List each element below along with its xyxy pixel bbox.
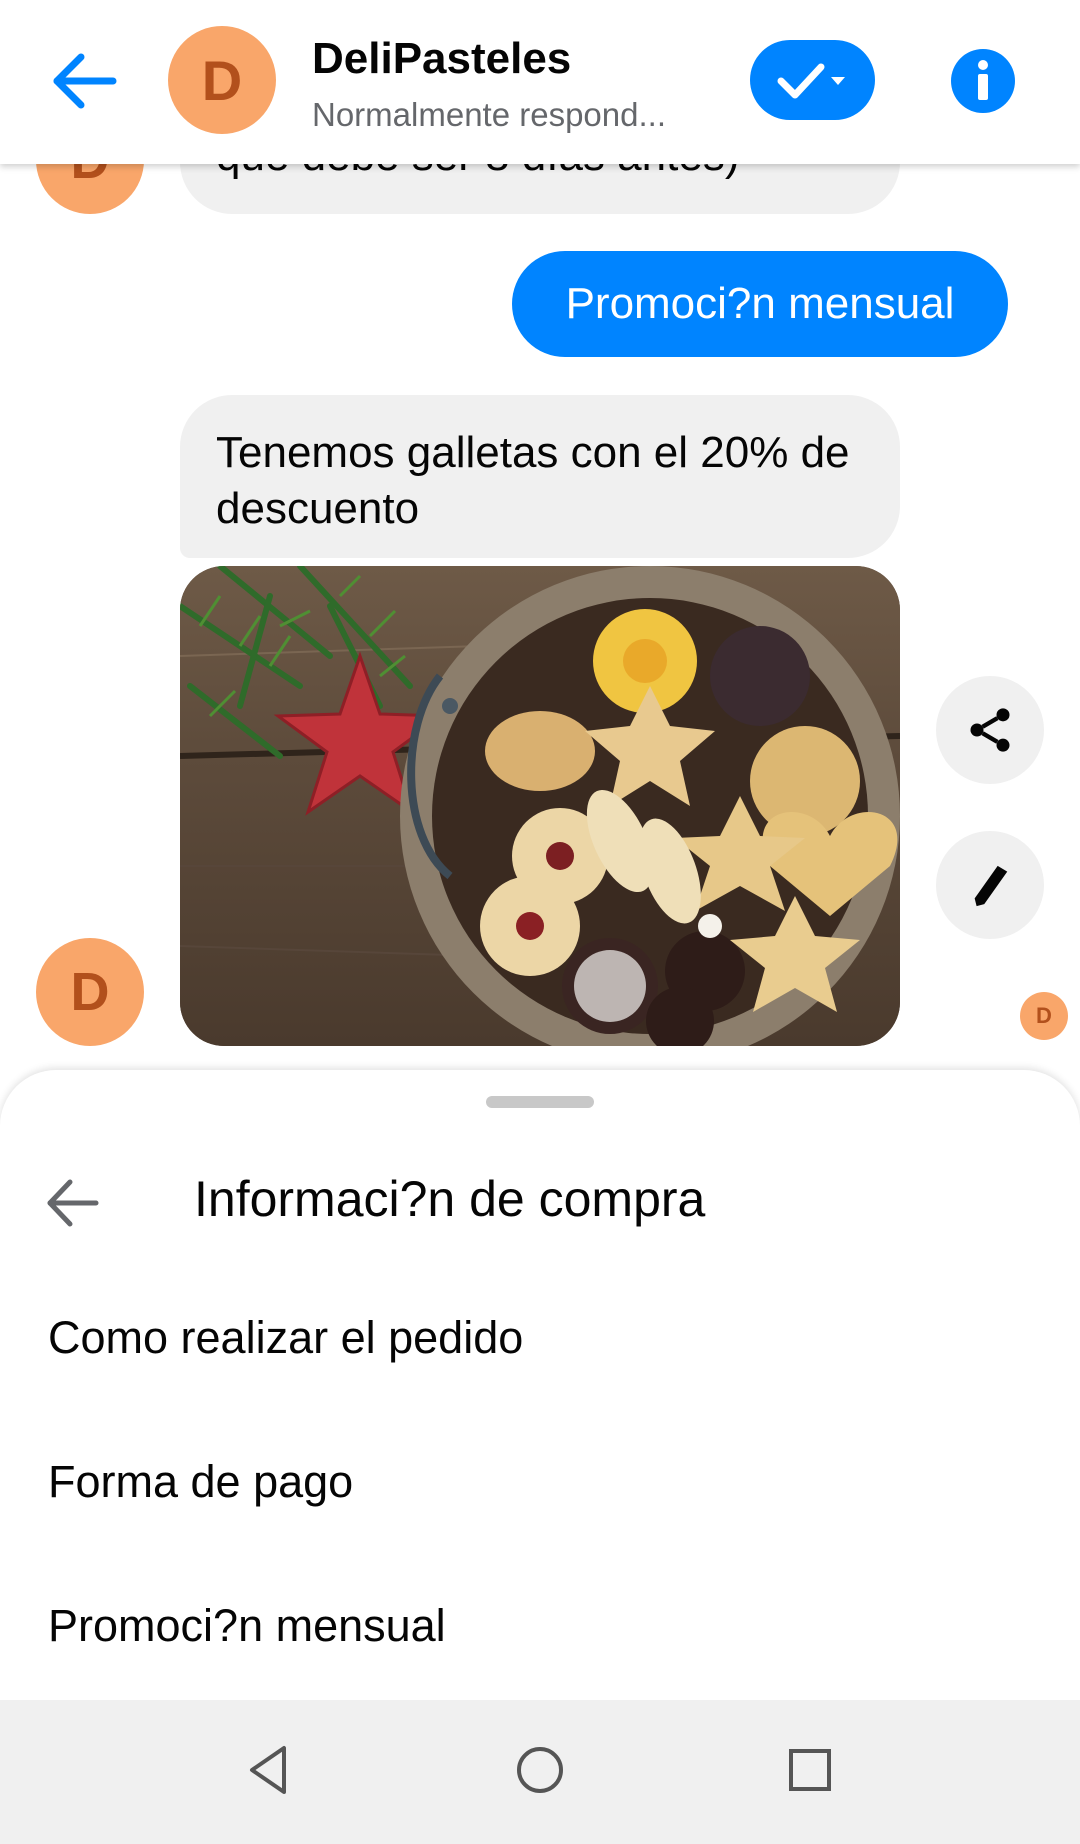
share-button[interactable]: [936, 676, 1044, 784]
contact-avatar[interactable]: D: [168, 26, 276, 134]
contact-avatar-letter: D: [201, 48, 243, 112]
sheet-title: Informaci?n de compra: [194, 1171, 706, 1227]
home-circle-icon[interactable]: [510, 1740, 570, 1800]
info-button[interactable]: [950, 48, 1016, 114]
screen: D que debe ser 8 días antes) Promoci?n m…: [0, 0, 1080, 1844]
arrow-left-icon: [53, 53, 117, 109]
purchase-info-sheet: Informaci?n de compra Como realizar el p…: [0, 1070, 1080, 1700]
seen-indicator-avatar: D: [1020, 992, 1068, 1040]
avatar-letter: D: [70, 962, 110, 1022]
menu-item-como-realizar-pedido[interactable]: Como realizar el pedido: [48, 1312, 523, 1364]
contact-name[interactable]: DeliPasteles: [312, 34, 571, 84]
outgoing-message-text: Promoci?n mensual: [565, 279, 955, 328]
recents-square-icon[interactable]: [780, 1740, 840, 1800]
pencil-icon: [974, 865, 1008, 907]
seen-avatar-letter: D: [1036, 1003, 1052, 1028]
contact-status: Normalmente respond...: [312, 96, 666, 133]
sheet-back-button[interactable]: [44, 1174, 102, 1232]
back-triangle-icon[interactable]: [240, 1740, 300, 1800]
check-dropdown-icon: [777, 63, 845, 99]
sender-avatar[interactable]: D: [36, 938, 144, 1046]
cookies-illustration: [180, 566, 900, 1046]
chat-header: D DeliPasteles Normalmente respond...: [0, 0, 1080, 164]
share-icon: [970, 708, 1010, 752]
promo-message-bubble[interactable]: Tenemos galletas con el 20% de descuento: [180, 395, 900, 558]
menu-item-promocion-mensual[interactable]: Promoci?n mensual: [48, 1600, 446, 1652]
promo-message-text: Tenemos galletas con el 20% de descuento: [216, 428, 850, 533]
sheet-drag-handle[interactable]: [486, 1096, 594, 1108]
edit-button[interactable]: [936, 831, 1044, 939]
back-button[interactable]: [44, 44, 124, 118]
arrow-left-icon: [47, 1179, 99, 1227]
cookies-photo[interactable]: [180, 566, 900, 1046]
menu-item-forma-de-pago[interactable]: Forma de pago: [48, 1456, 353, 1508]
mark-done-button[interactable]: [750, 40, 875, 120]
info-icon: [951, 49, 1015, 113]
outgoing-message-bubble[interactable]: Promoci?n mensual: [512, 251, 1008, 357]
system-nav-bar: [0, 1700, 1080, 1844]
